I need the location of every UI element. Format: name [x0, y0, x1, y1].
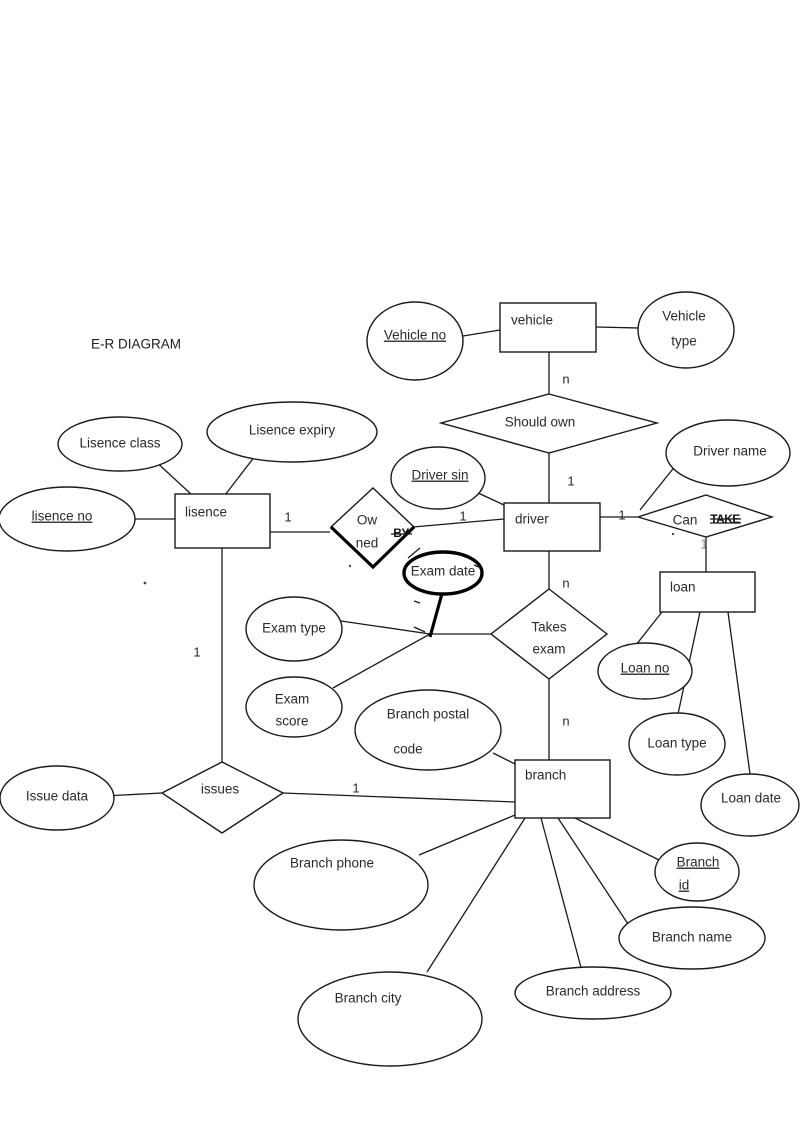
connector-branch-branchaddress [540, 817, 584, 976]
entity-branch[interactable]: branch [514, 759, 611, 819]
er-diagram-svg: vehicle lisence driver loan branch Shoul… [0, 291, 800, 1067]
attribute-exam-score-label-line1: Exam [275, 692, 310, 707]
cardinality-lisence-issues: 1 [193, 644, 200, 659]
stray-tick-3 [413, 600, 421, 604]
attribute-loan-type[interactable]: Loan type [628, 712, 726, 776]
attribute-exam-date[interactable]: Exam date [402, 550, 484, 596]
attribute-exam-score-label-line2: score [275, 714, 308, 729]
attribute-branch-id-label-line1: Branch [677, 855, 720, 870]
cardinality-driver-takesexam: n [562, 575, 569, 590]
stray-dot-1 [143, 581, 147, 585]
attribute-vehicle-type[interactable]: Vehicle type [637, 291, 735, 369]
attribute-branch-phone[interactable]: Branch phone [253, 839, 429, 931]
cardinality-driver-cantake: 1 [618, 507, 625, 522]
relationship-owned-label-line1: Ow [357, 513, 378, 528]
attribute-lisence-expiry-label: Lisence expiry [249, 423, 336, 438]
attribute-branch-name[interactable]: Branch name [618, 906, 766, 970]
attribute-branch-id-label-line2: id [679, 878, 690, 893]
attribute-branch-name-label: Branch name [652, 930, 732, 945]
entity-loan[interactable]: loan [659, 571, 756, 613]
attribute-branch-postal-code[interactable]: Branch postal code [354, 689, 502, 771]
connector-vehicle-vehicletype [595, 326, 639, 329]
attribute-lisence-class-label: Lisence class [79, 436, 160, 451]
cardinality-takesexam-branch: n [562, 713, 569, 728]
connector-branch-branchphone [418, 814, 516, 856]
attribute-loan-no[interactable]: Loan no [597, 642, 693, 700]
attribute-loan-type-label: Loan type [647, 736, 706, 751]
entity-vehicle[interactable]: vehicle [499, 302, 597, 353]
attribute-driver-name-label: Driver name [693, 444, 767, 459]
relationship-takes-exam[interactable]: Takes exam [489, 588, 609, 680]
entity-branch-label: branch [525, 768, 566, 783]
connector-branchpostal-branch [492, 752, 518, 766]
cardinality-cantake-loan: 1 [700, 536, 707, 551]
attribute-branch-city[interactable]: Branch city [297, 971, 483, 1067]
entity-driver[interactable]: driver [503, 502, 601, 552]
attribute-driver-sin-label: Driver sin [411, 468, 468, 483]
smudge-dot-owned [348, 564, 352, 568]
relationship-takes-exam-label-line1: Takes [531, 620, 567, 635]
attribute-exam-type[interactable]: Exam type [245, 596, 343, 662]
attribute-lisence-no[interactable]: lisence no [0, 486, 136, 552]
relationship-takes-exam-label-line2: exam [532, 642, 565, 657]
attribute-exam-date-label: Exam date [411, 564, 476, 579]
relationship-should-own-label: Should own [505, 415, 576, 430]
attribute-lisence-no-label: lisence no [32, 509, 93, 524]
attribute-driver-name[interactable]: Driver name [665, 419, 791, 487]
connector-issues-branch [282, 792, 516, 803]
relationship-owned-overstrike: BY [393, 526, 409, 540]
entity-loan-label: loan [670, 580, 696, 595]
attribute-branch-city-label: Branch city [335, 991, 402, 1006]
relationship-can-take[interactable]: Can TAKE [635, 494, 775, 538]
entity-lisence-label: lisence [185, 505, 227, 520]
attribute-driver-sin[interactable]: Driver sin [390, 446, 486, 510]
attribute-vehicle-type-label-line1: Vehicle [662, 309, 706, 324]
connector-examscore-junction [332, 633, 431, 689]
attribute-issue-data-label: Issue data [26, 789, 89, 804]
entity-lisence[interactable]: lisence [174, 493, 271, 549]
attribute-group: Vehicle no Vehicle type Lisence class Li… [0, 291, 800, 1067]
connector-lisenceexpiry-lisence [224, 455, 256, 496]
attribute-exam-score[interactable]: Exam score [245, 676, 343, 738]
relationship-owned-label-line2: ned [356, 536, 379, 551]
attribute-branch-address-label: Branch address [546, 984, 641, 999]
attribute-vehicle-no[interactable]: Vehicle no [366, 301, 464, 381]
connector-drivername-cantake [639, 464, 677, 511]
connector-driversin-driver [475, 491, 505, 506]
page-title: E-R DIAGRAM [91, 337, 181, 352]
relationship-issues[interactable]: issues [160, 761, 285, 834]
cardinality-vehicle-shouldown: n [562, 371, 569, 386]
connector-branch-branchcity [426, 817, 526, 973]
attribute-vehicle-type-label-line2: type [671, 334, 697, 349]
attribute-vehicle-no-label: Vehicle no [384, 328, 446, 343]
connector-branch-branchname [557, 817, 629, 925]
attribute-branch-postal-code-label-line2: code [393, 742, 422, 757]
attribute-loan-no-label: Loan no [621, 661, 670, 676]
cardinality-shouldown-driver: 1 [567, 473, 574, 488]
smudge-dot-cantake [671, 532, 675, 536]
cardinality-lisence-owned: 1 [284, 509, 291, 524]
attribute-branch-phone-label: Branch phone [290, 856, 374, 871]
attribute-issue-data[interactable]: Issue data [0, 765, 115, 831]
attribute-loan-date-label: Loan date [721, 791, 781, 806]
entity-vehicle-label: vehicle [511, 313, 553, 328]
relationship-issues-label: issues [201, 782, 240, 797]
relationship-can-take-label: Can [673, 513, 698, 528]
attribute-exam-type-label: Exam type [262, 621, 326, 636]
connector-vehicleno-vehicle [462, 329, 501, 337]
connector-loan-loandate [727, 611, 751, 775]
cardinality-issues-branch: 1 [352, 780, 359, 795]
relationship-should-own[interactable]: Should own [438, 393, 660, 454]
attribute-branch-postal-code-label-line1: Branch postal [387, 707, 470, 722]
cardinality-owned-driver: 1 [459, 508, 466, 523]
attribute-lisence-expiry[interactable]: Lisence expiry [206, 401, 378, 463]
connector-examdate-junction [428, 589, 445, 638]
connector-branch-branchid [574, 817, 664, 863]
attribute-lisence-class[interactable]: Lisence class [57, 416, 183, 472]
attribute-branch-id[interactable]: Branch id [654, 842, 740, 902]
attribute-loan-date[interactable]: Loan date [700, 773, 800, 837]
attribute-branch-address[interactable]: Branch address [514, 966, 672, 1020]
entity-driver-label: driver [515, 512, 549, 527]
er-diagram-canvas: vehicle lisence driver loan branch Shoul… [0, 0, 800, 1131]
